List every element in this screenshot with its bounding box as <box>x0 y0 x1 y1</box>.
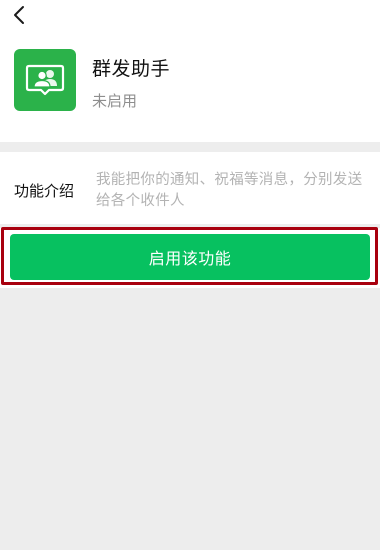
intro-label: 功能介绍 <box>14 182 75 200</box>
intro-text: 我能把你的通知、祝福等消息，分别发送给各个收件人 <box>96 172 363 209</box>
app-status: 未启用 <box>92 92 138 110</box>
app-name: 群发助手 <box>92 58 171 80</box>
app-info-card: 群发助手 未启用 <box>0 0 380 142</box>
enable-feature-button[interactable]: 启用该功能 <box>10 234 370 280</box>
plugin-detail-page: 群发助手 未启用 功能介绍 我能把你的通知、祝福等消息，分别发送给各个收件人 启… <box>0 0 380 550</box>
group-message-icon <box>14 49 76 111</box>
chevron-left-icon <box>14 6 24 24</box>
intro-section: 功能介绍 我能把你的通知、祝福等消息，分别发送给各个收件人 <box>0 152 380 224</box>
back-button[interactable] <box>6 2 32 28</box>
